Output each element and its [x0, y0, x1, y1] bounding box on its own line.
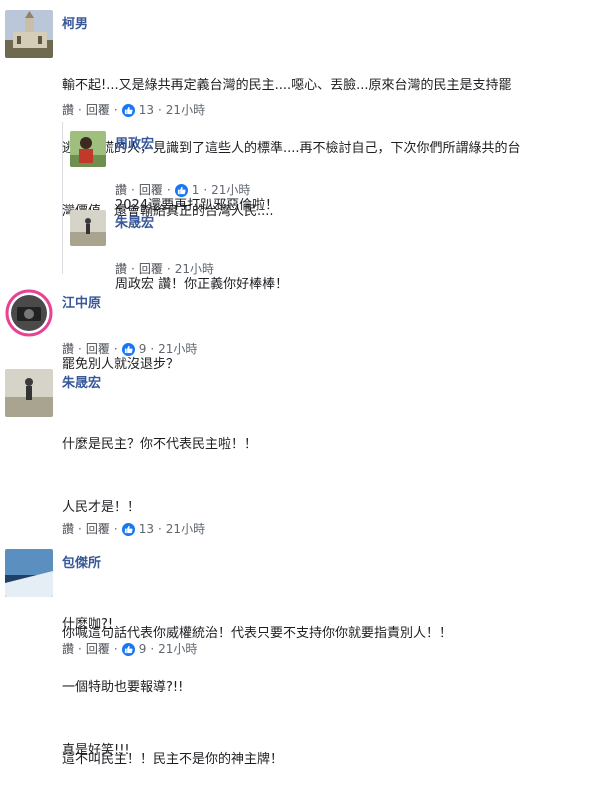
- avatar-person-image: [70, 131, 106, 167]
- separator: ·: [113, 642, 118, 656]
- timestamp[interactable]: 21小時: [166, 102, 205, 118]
- avatar[interactable]: [5, 10, 53, 58]
- like-link[interactable]: 讚: [62, 102, 74, 118]
- comment-line: 周政宏 讚！你正義你好棒棒！: [115, 277, 289, 292]
- reply-link[interactable]: 回覆: [86, 641, 110, 657]
- reply-link[interactable]: 回覆: [86, 341, 110, 357]
- avatar[interactable]: [5, 289, 53, 337]
- comment-line: 一個特助也要報導?!!: [62, 680, 184, 695]
- avatar-seascape-image: [5, 549, 53, 597]
- comment-actions: 讚 · 回覆 · 1 · 21小時: [115, 182, 250, 198]
- separator: ·: [113, 103, 118, 117]
- comment-author[interactable]: 包傑所: [62, 552, 101, 571]
- separator: ·: [150, 342, 155, 356]
- comment-actions: 讚 · 回覆 · 9 · 21小時: [62, 341, 197, 357]
- timestamp[interactable]: 21小時: [211, 182, 250, 198]
- comment-author[interactable]: 朱晟宏: [115, 212, 154, 231]
- avatar[interactable]: [5, 549, 53, 597]
- like-link[interactable]: 讚: [62, 521, 74, 537]
- timestamp[interactable]: 21小時: [158, 341, 197, 357]
- timestamp[interactable]: 21小時: [166, 521, 205, 537]
- comment-text: 什麼咖?! 一個特助也要報導?!! 真是好笑!!!: [62, 572, 183, 803]
- like-count-icon[interactable]: [121, 103, 135, 117]
- comment-line: 什麼咖?!: [62, 617, 114, 632]
- comment-author[interactable]: 柯男: [62, 13, 88, 32]
- comment-author[interactable]: 朱晟宏: [62, 372, 101, 391]
- avatar-photographer-image: [5, 289, 53, 337]
- comment-line: 輸不起!...又是綠共再定義台灣的民主....噁心、丟臉...原來台灣的民主是支…: [62, 78, 512, 93]
- avatar-runner-image: [5, 369, 53, 417]
- comment-actions: 讚 · 回覆 · 13 · 21小時: [62, 102, 205, 118]
- like-count-icon[interactable]: [121, 522, 135, 536]
- comment-line: 什麼是民主？你不代表民主啦！！: [62, 437, 258, 452]
- comment-line: 人民才是！！: [62, 500, 141, 515]
- separator: ·: [150, 642, 155, 656]
- separator: ·: [113, 342, 118, 356]
- avatar[interactable]: [70, 131, 106, 167]
- like-count[interactable]: 13: [139, 521, 154, 537]
- reply-link[interactable]: 回覆: [139, 261, 163, 277]
- like-link[interactable]: 讚: [62, 641, 74, 657]
- like-count[interactable]: 1: [192, 182, 200, 198]
- avatar[interactable]: [5, 369, 53, 417]
- separator: ·: [166, 183, 171, 197]
- like-link[interactable]: 讚: [115, 182, 127, 198]
- separator: ·: [78, 642, 82, 656]
- like-link[interactable]: 讚: [62, 341, 74, 357]
- comment-actions: 讚 · 回覆 · 9 · 21小時: [62, 641, 197, 657]
- timestamp[interactable]: 21小時: [175, 261, 214, 277]
- reply-link[interactable]: 回覆: [139, 182, 163, 198]
- comment-line: 真是好笑!!!: [62, 743, 130, 758]
- comment-author[interactable]: 江中原: [62, 292, 101, 311]
- separator: ·: [131, 262, 135, 276]
- like-count-icon[interactable]: [121, 642, 135, 656]
- separator: ·: [131, 183, 135, 197]
- comment-author[interactable]: 周政宏: [115, 133, 154, 152]
- separator: ·: [157, 522, 162, 536]
- avatar-church-image: [5, 10, 53, 58]
- separator: ·: [78, 522, 82, 536]
- avatar[interactable]: [70, 210, 106, 246]
- separator: ·: [78, 342, 82, 356]
- timestamp[interactable]: 21小時: [158, 641, 197, 657]
- like-count[interactable]: 9: [139, 341, 147, 357]
- separator: ·: [157, 103, 162, 117]
- reply-link[interactable]: 回覆: [86, 521, 110, 537]
- avatar-runner-image: [70, 210, 106, 246]
- separator: ·: [78, 103, 82, 117]
- like-count-icon[interactable]: [174, 183, 188, 197]
- separator: ·: [113, 522, 118, 536]
- comment-actions: 讚 · 回覆 · 21小時: [115, 261, 214, 277]
- like-count[interactable]: 9: [139, 641, 147, 657]
- like-count[interactable]: 13: [139, 102, 154, 118]
- like-link[interactable]: 讚: [115, 261, 127, 277]
- separator: ·: [166, 262, 171, 276]
- like-count-icon[interactable]: [121, 342, 135, 356]
- reply-link[interactable]: 回覆: [86, 102, 110, 118]
- comment-actions: 讚 · 回覆 · 13 · 21小時: [62, 521, 205, 537]
- separator: ·: [203, 183, 208, 197]
